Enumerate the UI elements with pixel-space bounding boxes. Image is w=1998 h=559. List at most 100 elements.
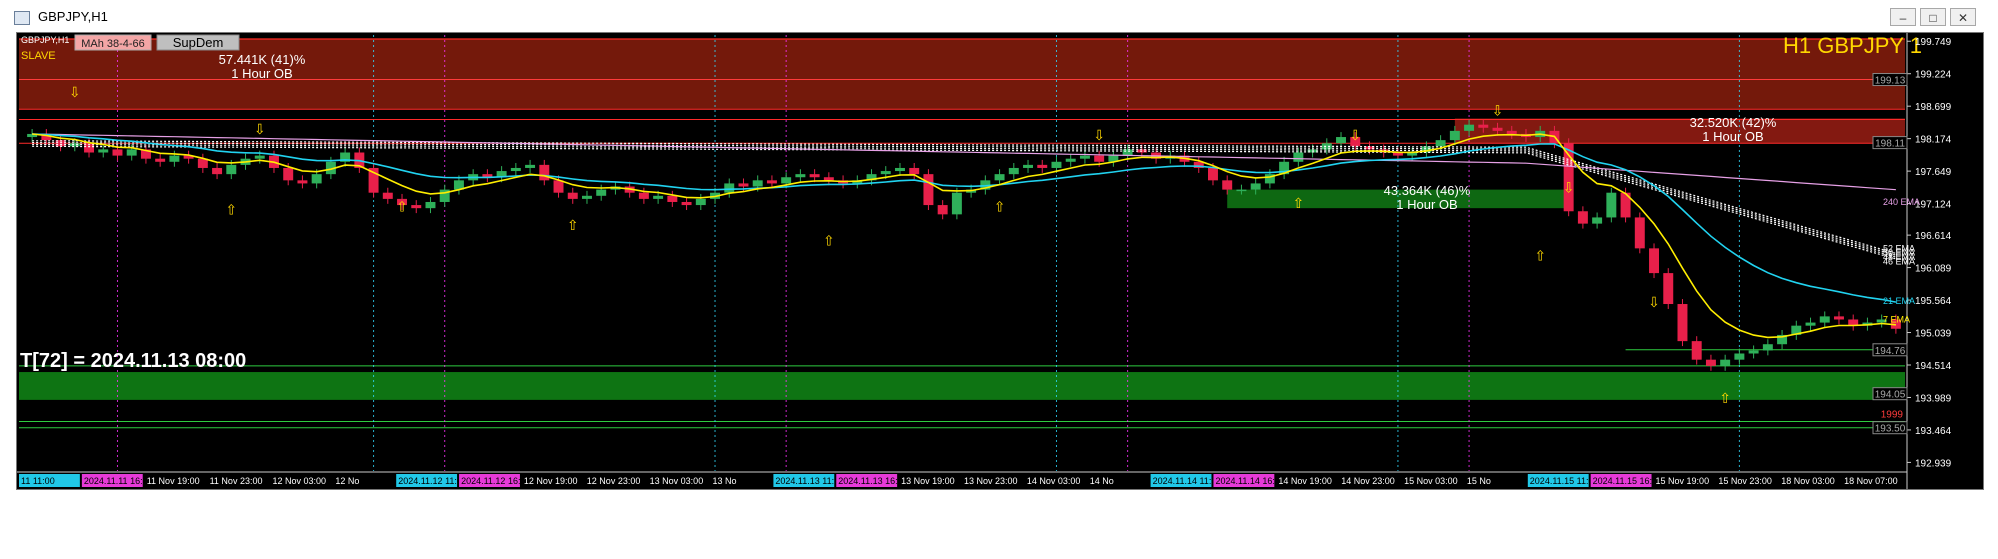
mah-button-label: MAh 38-4-66 xyxy=(81,38,145,50)
price-tick-label: 196.089 xyxy=(1915,264,1952,275)
candle-body xyxy=(823,177,834,181)
price-level-box: 199.13 xyxy=(1872,73,1908,87)
candle-body xyxy=(909,167,920,175)
time-axis-label: 12 Nov 23:00 xyxy=(587,476,641,486)
candle-body xyxy=(596,189,607,196)
ema-label: 240 EMA xyxy=(1883,197,1920,207)
price-tick-label: 193.989 xyxy=(1915,393,1952,404)
time-axis-label: 15 Nov 19:00 xyxy=(1656,476,1710,486)
candle-body xyxy=(638,192,649,199)
candle-body xyxy=(553,180,564,193)
candle-body xyxy=(1435,140,1446,147)
time-tick-label: 18 Nov 03:00 xyxy=(1781,476,1835,486)
candle-body xyxy=(1008,167,1019,175)
time-axis-label: 2024.11.15 11:00 xyxy=(1527,474,1599,487)
candle-body xyxy=(1663,273,1674,305)
supdem-button[interactable]: SupDem xyxy=(156,34,240,51)
price-tick-label: 195.039 xyxy=(1915,329,1952,340)
buy-arrow-icon: ⇧ xyxy=(396,199,408,215)
candle-body xyxy=(994,174,1005,181)
candle-body xyxy=(169,155,180,162)
candle-body xyxy=(311,174,322,184)
sell-arrow-icon: ⇩ xyxy=(1349,128,1361,144)
zone-timeframe-label: 1 Hour OB xyxy=(1396,197,1457,212)
buy-arrow-icon: ⇧ xyxy=(567,218,579,234)
time-axis-label: 2024.11.14 16:00 xyxy=(1213,474,1285,487)
time-axis-label: 2024.11.14 11:00 xyxy=(1150,474,1222,487)
candle-body xyxy=(155,158,166,162)
candle-body xyxy=(1677,304,1688,342)
candle-body xyxy=(510,167,521,172)
time-tick-label: 13 Nov 03:00 xyxy=(650,476,704,486)
candle-body xyxy=(653,195,664,199)
time-axis-label: 14 Nov 19:00 xyxy=(1278,476,1332,486)
candle-body xyxy=(766,180,777,184)
time-axis-label: 2024.11.13 16:00 xyxy=(836,474,908,487)
price-level-box: 194.76 xyxy=(1872,343,1908,357)
time-axis-label: 13 Nov 23:00 xyxy=(964,476,1018,486)
time-tick-label: 2024.11.14 11:00 xyxy=(1153,476,1222,486)
candle-body xyxy=(1321,143,1332,150)
candle-body xyxy=(1833,316,1844,320)
candle-body xyxy=(411,205,422,209)
chart-window-icon xyxy=(14,11,30,25)
candle-body xyxy=(1023,164,1034,168)
time-axis-label: 14 Nov 03:00 xyxy=(1027,476,1081,486)
candle-body xyxy=(69,143,80,147)
time-axis-label: 11 11:00 xyxy=(19,474,80,487)
time-tick-label: 2024.11.12 11:00 xyxy=(398,476,467,486)
chart-symbol-tag: GBPJPY,H1 xyxy=(21,35,69,45)
time-axis-label: 14 Nov 23:00 xyxy=(1341,476,1395,486)
time-axis-label: 12 Nov 03:00 xyxy=(272,476,326,486)
buy-arrow-icon: ⇧ xyxy=(225,202,237,218)
time-axis-label: 11 Nov 23:00 xyxy=(210,476,263,486)
minimize-button[interactable]: – xyxy=(1890,8,1916,26)
candle-body xyxy=(1762,344,1773,351)
candle-body xyxy=(1464,124,1475,131)
time-tick-label: 13 Nov 19:00 xyxy=(901,476,955,486)
candle-body xyxy=(1805,322,1816,326)
chart-big-title: H1 GBPJPY 1 xyxy=(1783,33,1922,58)
time-tick-label: 12 No xyxy=(335,476,359,486)
candle-body xyxy=(1122,149,1133,156)
candle-body xyxy=(724,183,735,193)
candle-body xyxy=(1563,143,1574,212)
time-tick-label: 2024.11.13 16:00 xyxy=(838,476,907,486)
price-level-box-label: 198.11 xyxy=(1875,139,1905,150)
candle-body xyxy=(425,201,436,209)
time-axis-label: 13 No xyxy=(713,476,737,486)
price-tick-label: 197.649 xyxy=(1915,167,1952,178)
candle-body xyxy=(226,164,237,175)
candle-body xyxy=(581,195,592,199)
price-level-box-label: 194.76 xyxy=(1875,346,1906,357)
candle-body xyxy=(695,198,706,206)
time-tick-label: 12 Nov 19:00 xyxy=(524,476,578,486)
candle-body xyxy=(1222,180,1233,190)
close-button[interactable]: ✕ xyxy=(1950,8,1976,26)
mah-button[interactable]: MAh 38-4-66 xyxy=(74,34,152,51)
price-chart[interactable]: 57.441K (41)%1 Hour OB32.520K (42)%1 Hou… xyxy=(17,33,1983,489)
supply-demand-zone xyxy=(19,38,1905,110)
candle-body xyxy=(1819,316,1830,323)
price-level-box: 198.11 xyxy=(1872,136,1908,150)
time-tick-label: 2024.11.14 16:00 xyxy=(1215,476,1284,486)
time-tick-label: 2024.11.15 11:00 xyxy=(1530,476,1599,486)
time-tick-label: 15 No xyxy=(1467,476,1491,486)
candle-body xyxy=(1293,152,1304,162)
time-tick-label: 11 Nov 23:00 xyxy=(210,476,263,486)
time-tick-label: 15 Nov 19:00 xyxy=(1656,476,1710,486)
supply-demand-zone xyxy=(19,372,1905,400)
price-tick-label: 198.174 xyxy=(1915,135,1952,146)
candle-body xyxy=(212,167,223,175)
time-tick-label: 2024.11.15 16:00 xyxy=(1593,476,1662,486)
price-tick-label: 192.939 xyxy=(1915,458,1952,469)
time-tick-label: 18 Nov 07:00 xyxy=(1844,476,1898,486)
maximize-button[interactable]: □ xyxy=(1920,8,1946,26)
buy-arrow-icon: ⇧ xyxy=(994,199,1006,215)
zone-strength-label: 43.364K (46)% xyxy=(1384,183,1471,198)
time-tick-label: 14 Nov 19:00 xyxy=(1278,476,1332,486)
time-axis-label: 2024.11.15 16:00 xyxy=(1590,474,1662,487)
candle-body xyxy=(1207,167,1218,181)
time-axis-label: 12 No xyxy=(335,476,359,486)
chart-area[interactable]: 57.441K (41)% 1 Hour OB 32.520K (42)% 1 Hou… xyxy=(16,32,1984,490)
